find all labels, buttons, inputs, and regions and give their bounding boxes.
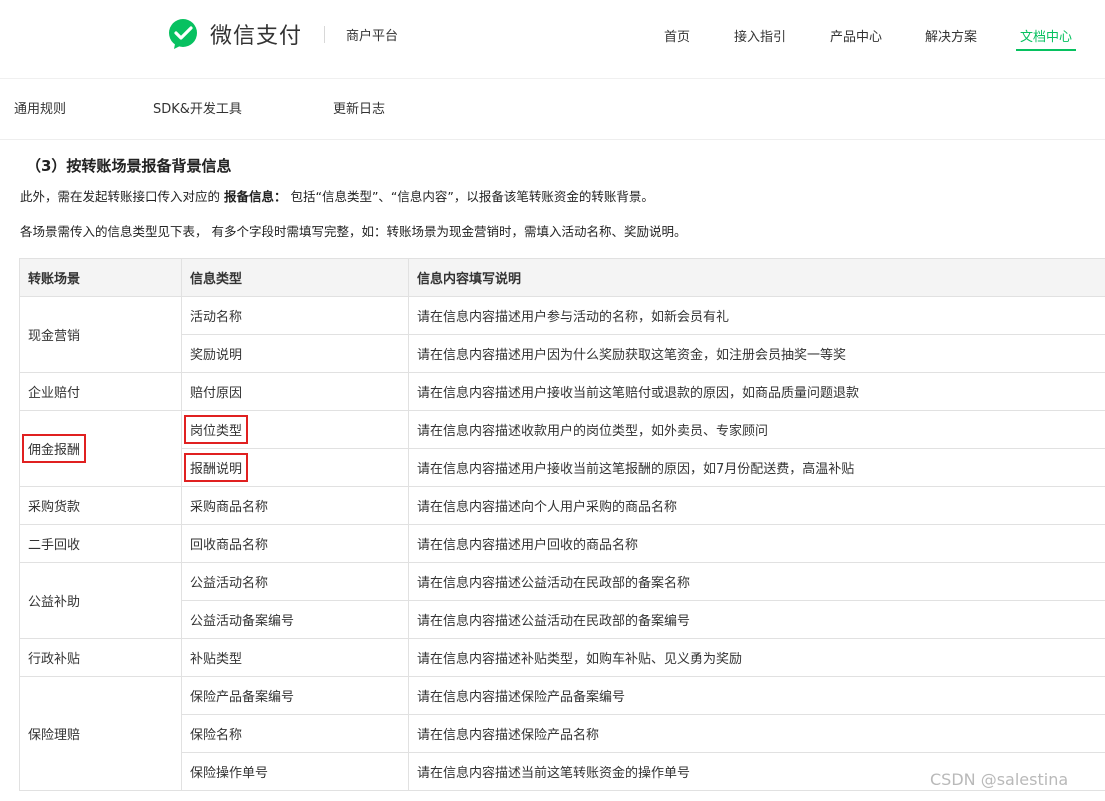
- description-cell: 请在信息内容描述用户接收当前这笔报酬的原因，如7月份配送费，高温补贴: [408, 448, 1105, 487]
- info-type-cell: 公益活动名称: [181, 562, 409, 601]
- scene-cell: 现金营销: [19, 296, 182, 373]
- scene-cell: 行政补贴: [19, 638, 182, 677]
- description-cell: 请在信息内容描述用户因为什么奖励获取这笔资金，如注册会员抽奖一等奖: [408, 334, 1105, 373]
- scene-highlight-box: 佣金报酬: [22, 434, 87, 463]
- table-header-row: 转账场景 信息类型 信息内容填写说明: [19, 258, 1105, 297]
- info-type-highlight-box: 岗位类型: [184, 415, 249, 444]
- doc-subnav: 通用规则 SDK&开发工具 更新日志: [0, 79, 1105, 140]
- info-type-cell-highlighted: 报酬说明: [181, 448, 409, 487]
- description-cell: 请在信息内容描述收款用户的岗位类型，如外卖员、专家顾问: [408, 410, 1105, 449]
- platform-label: 商户平台: [346, 29, 399, 44]
- wechat-pay-logo-icon: [169, 19, 197, 49]
- table-row: 报酬说明 请在信息内容描述用户接收当前这笔报酬的原因，如7月份配送费，高温补贴: [20, 448, 1105, 487]
- info-type-cell: 活动名称: [181, 296, 409, 335]
- csdn-watermark: CSDN @salestina: [930, 770, 1069, 789]
- intro-bold: 报备信息：: [223, 189, 287, 204]
- description-cell: 请在信息内容描述公益活动在民政部的备案名称: [408, 562, 1105, 601]
- table-row: 佣金报酬 岗位类型 请在信息内容描述收款用户的岗位类型，如外卖员、专家顾问: [19, 410, 1105, 487]
- logo-text: 微信支付: [210, 24, 303, 49]
- header-scene: 转账场景: [19, 258, 182, 297]
- table-row: 公益补助 公益活动名称 请在信息内容描述公益活动在民政部的备案名称: [19, 562, 1105, 639]
- info-type-cell: 保险名称: [181, 714, 409, 753]
- header-description: 信息内容填写说明: [408, 258, 1105, 297]
- wechat-pay-logo[interactable]: 微信支付: [166, 17, 302, 51]
- info-type-cell: 赔付原因: [181, 372, 409, 411]
- intro-prefix: 此外，需在发起转账接口传入对应的: [20, 189, 224, 204]
- table-row: 奖励说明 请在信息内容描述用户因为什么奖励获取这笔资金，如注册会员抽奖一等奖: [20, 334, 1105, 373]
- nav-home[interactable]: 首页: [664, 26, 690, 45]
- subnav-changelog[interactable]: 更新日志: [333, 98, 385, 117]
- info-type-cell: 公益活动备案编号: [181, 600, 409, 639]
- nav-product-center[interactable]: 产品中心: [830, 26, 882, 45]
- info-type-cell: 保险操作单号: [181, 752, 409, 791]
- logo-divider: [324, 26, 325, 43]
- info-type-cell: 补贴类型: [181, 638, 409, 677]
- description-cell: 请在信息内容描述补贴类型，如购车补贴、见义勇为奖励: [408, 638, 1105, 677]
- intro-paragraph: 此外，需在发起转账接口传入对应的 报备信息： 包括“信息类型”、“信息内容”，以…: [20, 186, 654, 205]
- description-cell: 请在信息内容描述保险产品备案编号: [408, 676, 1105, 715]
- table-row: 采购货款 采购商品名称 请在信息内容描述向个人用户采购的商品名称: [19, 486, 1105, 525]
- intro-suffix: 包括“信息类型”、“信息内容”，以报备该笔转账资金的转账背景。: [286, 189, 654, 204]
- scene-info-table: 转账场景 信息类型 信息内容填写说明 现金营销 活动名称 请在信息内容描述用户参…: [19, 258, 1105, 791]
- description-cell: 请在信息内容描述向个人用户采购的商品名称: [408, 486, 1105, 525]
- nav-doc-center[interactable]: 文档中心: [1020, 26, 1072, 45]
- info-type-cell: 采购商品名称: [181, 486, 409, 525]
- subnav-general-rules[interactable]: 通用规则: [14, 98, 66, 117]
- section-title: （3）按转账场景报备背景信息: [26, 157, 232, 175]
- table-row: 现金营销 活动名称 请在信息内容描述用户参与活动的名称，如新会员有礼: [19, 296, 1105, 373]
- active-nav-indicator: [1016, 49, 1076, 51]
- info-type-cell: 保险产品备案编号: [181, 676, 409, 715]
- table-row: 保险理赔 保险产品备案编号 请在信息内容描述保险产品备案编号: [19, 676, 1105, 791]
- info-type-cell-highlighted: 岗位类型: [181, 410, 409, 449]
- info-type-cell: 回收商品名称: [181, 524, 409, 563]
- subnav-sdk-tools[interactable]: SDK&开发工具: [153, 98, 242, 117]
- scene-cell-highlighted: 佣金报酬: [19, 410, 182, 487]
- header-info-type: 信息类型: [181, 258, 409, 297]
- info-type-cell: 奖励说明: [181, 334, 409, 373]
- scene-cell: 二手回收: [19, 524, 182, 563]
- scene-cell: 采购货款: [19, 486, 182, 525]
- description-cell: 请在信息内容描述用户回收的商品名称: [408, 524, 1105, 563]
- description-cell: 请在信息内容描述公益活动在民政部的备案编号: [408, 600, 1105, 639]
- description-cell: 请在信息内容描述用户参与活动的名称，如新会员有礼: [408, 296, 1105, 335]
- description-cell: 请在信息内容描述保险产品名称: [408, 714, 1105, 753]
- scene-cell: 公益补助: [19, 562, 182, 639]
- table-row: 企业赔付 赔付原因 请在信息内容描述用户接收当前这笔赔付或退款的原因，如商品质量…: [19, 372, 1105, 411]
- info-type-highlight-box: 报酬说明: [184, 453, 249, 482]
- scene-cell: 企业赔付: [19, 372, 182, 411]
- description-cell: 请在信息内容描述用户接收当前这笔赔付或退款的原因，如商品质量问题退款: [408, 372, 1105, 411]
- top-header: 微信支付 商户平台 首页 接入指引 产品中心 解决方案 文档中心: [0, 0, 1105, 79]
- table-row: 公益活动备案编号 请在信息内容描述公益活动在民政部的备案编号: [20, 600, 1105, 639]
- table-row: 行政补贴 补贴类型 请在信息内容描述补贴类型，如购车补贴、见义勇为奖励: [19, 638, 1105, 677]
- scene-cell: 保险理赔: [19, 676, 182, 791]
- table-row: 二手回收 回收商品名称 请在信息内容描述用户回收的商品名称: [19, 524, 1105, 563]
- nav-solutions[interactable]: 解决方案: [925, 26, 977, 45]
- nav-access-guide[interactable]: 接入指引: [734, 26, 786, 45]
- table-note: 各场景需传入的信息类型见下表， 有多个字段时需填写完整，如：转账场景为现金营销时…: [20, 224, 687, 239]
- table-row: 保险名称 请在信息内容描述保险产品名称: [20, 714, 1105, 753]
